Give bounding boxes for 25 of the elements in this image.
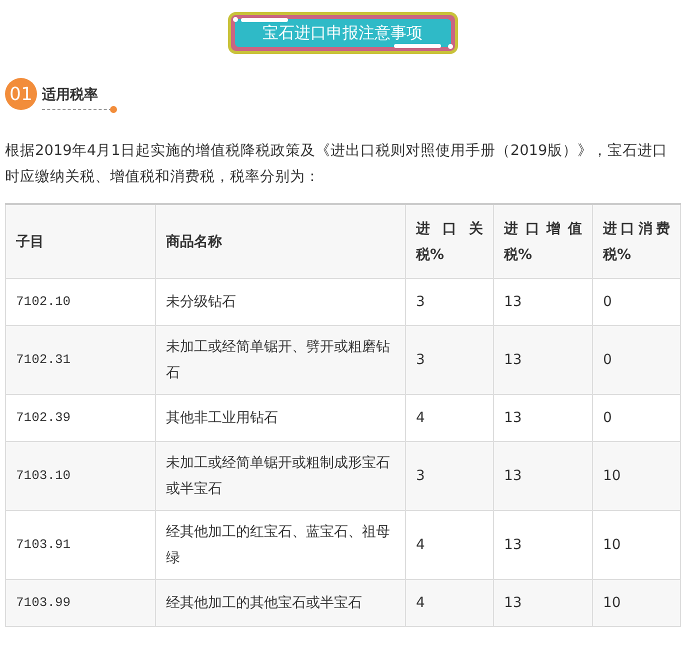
table-cell: 经其他加工的其他宝石或半宝石 [156,580,406,626]
intro-paragraph: 根据2019年4月1日起实施的增值税降税政策及《进出口税则对照使用手册（2019版）》，宝石进口时应缴纳关税、增值税和消费税，税率分别为： [5,142,668,187]
table-cell: 7102.31 [6,326,156,394]
column-header: 进口增值税% [494,204,592,278]
table-cell: 7103.10 [6,442,156,510]
table-cell: 13 [494,442,592,510]
table-cell: 4 [406,580,494,626]
table-cell: 0 [592,326,680,394]
table-cell: 10 [592,442,680,510]
banner-title: 宝石进口申报注意事项 [262,22,422,44]
table-cell: 10 [592,580,680,626]
dot-icon [110,106,117,113]
table-cell: 13 [494,326,592,394]
column-header: 进口消费税% [592,204,680,278]
section-number: 01 [5,78,37,110]
column-header: 商品名称 [156,204,406,278]
table-cell: 13 [494,580,592,626]
table-cell: 未加工或经简单锯开、劈开或粗磨钻石 [156,326,406,394]
table-cell: 3 [406,326,494,394]
table-cell: 3 [406,442,494,510]
table-cell: 未加工或经简单锯开或粗制成形宝石或半宝石 [156,442,406,510]
column-header: 进口关税% [406,204,494,278]
section-title: 适用税率 [42,87,98,103]
table-cell: 7103.99 [6,580,156,626]
column-header: 子目 [6,204,156,278]
